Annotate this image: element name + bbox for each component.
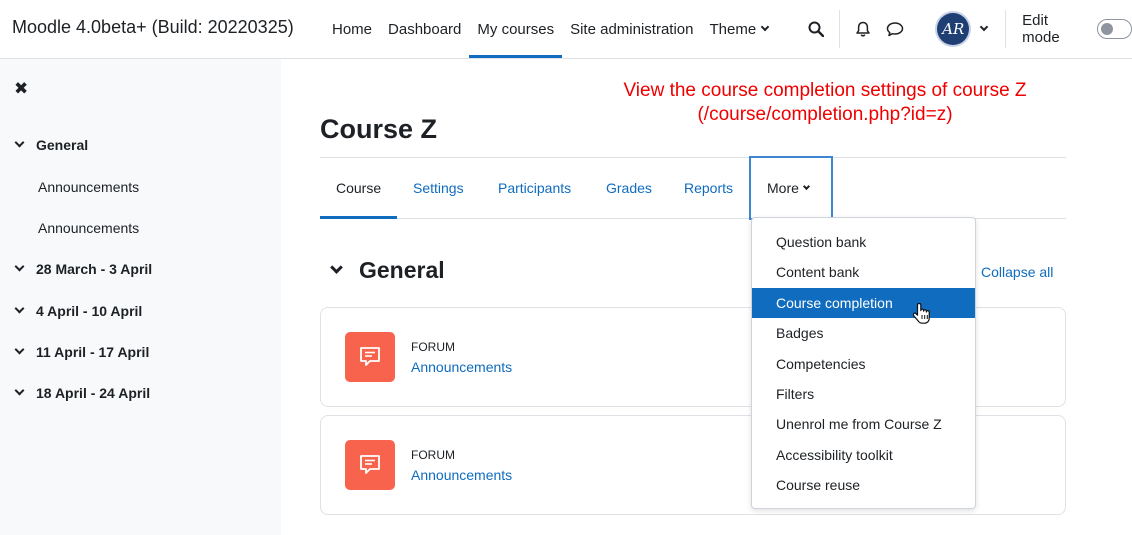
drawer-section-label: 4 April - 10 April [36,303,143,319]
section-title: General [359,257,445,283]
chevron-down-icon[interactable] [14,385,25,396]
nav-theme-label: Theme [709,20,757,38]
activity-link[interactable]: Announcements [411,359,512,375]
drawer-section-label: 18 April - 24 April [36,385,151,401]
nav-home[interactable]: Home [324,0,380,58]
course-secondary-navigation: Course Settings Participants Grades Repo… [320,156,1066,220]
page-title: Course Z [320,114,438,144]
menu-item-question-bank[interactable]: Question bank [752,227,975,257]
tab-participants[interactable]: Participants [482,158,587,218]
bell-icon[interactable] [852,18,874,40]
forum-icon[interactable] [345,440,395,490]
edit-mode-toggle[interactable] [1097,19,1132,39]
drawer-section-week[interactable]: 18 April - 24 April [14,385,151,401]
tab-more[interactable]: More [749,156,833,220]
chevron-down-icon[interactable] [14,137,25,148]
user-avatar[interactable]: AR [935,11,972,47]
menu-item-competencies[interactable]: Competencies [752,349,975,379]
site-brand[interactable]: Moodle 4.0beta+ (Build: 20220325) [12,17,294,38]
navbar-divider [838,10,840,48]
edit-mode-switch[interactable]: Edit mode [1022,12,1132,46]
menu-item-unenrol[interactable]: Unenrol me from Course Z [752,409,975,439]
search-icon[interactable] [805,18,827,40]
menu-item-content-bank[interactable]: Content bank [752,257,975,287]
collapse-all-link[interactable]: Collapse all [981,264,1053,280]
course-index-drawer: ✖ General Announcements Announcements 28… [0,59,281,535]
activity-link[interactable]: Announcements [411,467,512,483]
menu-item-course-reuse[interactable]: Course reuse [752,470,975,500]
nav-my-courses[interactable]: My courses [469,0,562,58]
edit-mode-label: Edit mode [1022,12,1060,46]
navbar-divider [1005,10,1007,48]
hand-cursor-icon [912,302,931,331]
nav-theme[interactable]: Theme [702,0,777,58]
chevron-down-icon [760,22,770,32]
menu-item-filters[interactable]: Filters [752,379,975,409]
close-icon[interactable]: ✖ [14,79,28,99]
drawer-section-week[interactable]: 11 April - 17 April [14,344,150,360]
drawer-section-general[interactable]: General [14,137,89,153]
navbar-tools: AR Edit mode [805,0,1132,58]
chevron-down-icon[interactable] [14,303,25,314]
chevron-down-icon[interactable] [14,344,25,355]
activity-type: FORUM [411,340,455,354]
annotation-note: View the course completion settings of c… [623,80,1027,125]
chevron-down-icon[interactable] [14,261,25,272]
tab-course[interactable]: Course [320,158,398,219]
drawer-link-announcements[interactable]: Announcements [38,179,139,195]
tab-more-label: More [767,180,799,196]
top-navbar: Moodle 4.0beta+ (Build: 20220325) Home D… [0,0,1132,59]
activity-type: FORUM [411,448,455,462]
forum-icon[interactable] [345,332,395,382]
tab-reports[interactable]: Reports [668,158,749,218]
primary-navigation: Home Dashboard My courses Site administr… [324,0,776,58]
user-menu-chevron-down-icon[interactable] [979,22,989,32]
messages-icon[interactable] [884,18,906,40]
menu-item-accessibility-toolkit[interactable]: Accessibility toolkit [752,440,975,470]
menu-item-badges[interactable]: Badges [752,318,975,348]
nav-site-administration[interactable]: Site administration [562,0,701,58]
drawer-section-week[interactable]: 28 March - 3 April [14,261,153,277]
more-dropdown-menu: Question bank Content bank Course comple… [751,217,976,509]
drawer-section-label: General [36,137,89,153]
drawer-section-week[interactable]: 4 April - 10 April [14,303,143,319]
drawer-link-announcements[interactable]: Announcements [38,220,139,236]
nav-dashboard[interactable]: Dashboard [380,0,469,58]
menu-item-course-completion[interactable]: Course completion [752,287,975,319]
section-header[interactable]: General [330,257,445,284]
chevron-down-icon[interactable] [330,261,343,274]
tab-settings[interactable]: Settings [397,158,480,218]
chevron-down-icon [802,182,810,190]
tab-grades[interactable]: Grades [590,158,668,218]
drawer-section-label: 11 April - 17 April [36,344,150,360]
drawer-section-label: 28 March - 3 April [36,261,153,277]
